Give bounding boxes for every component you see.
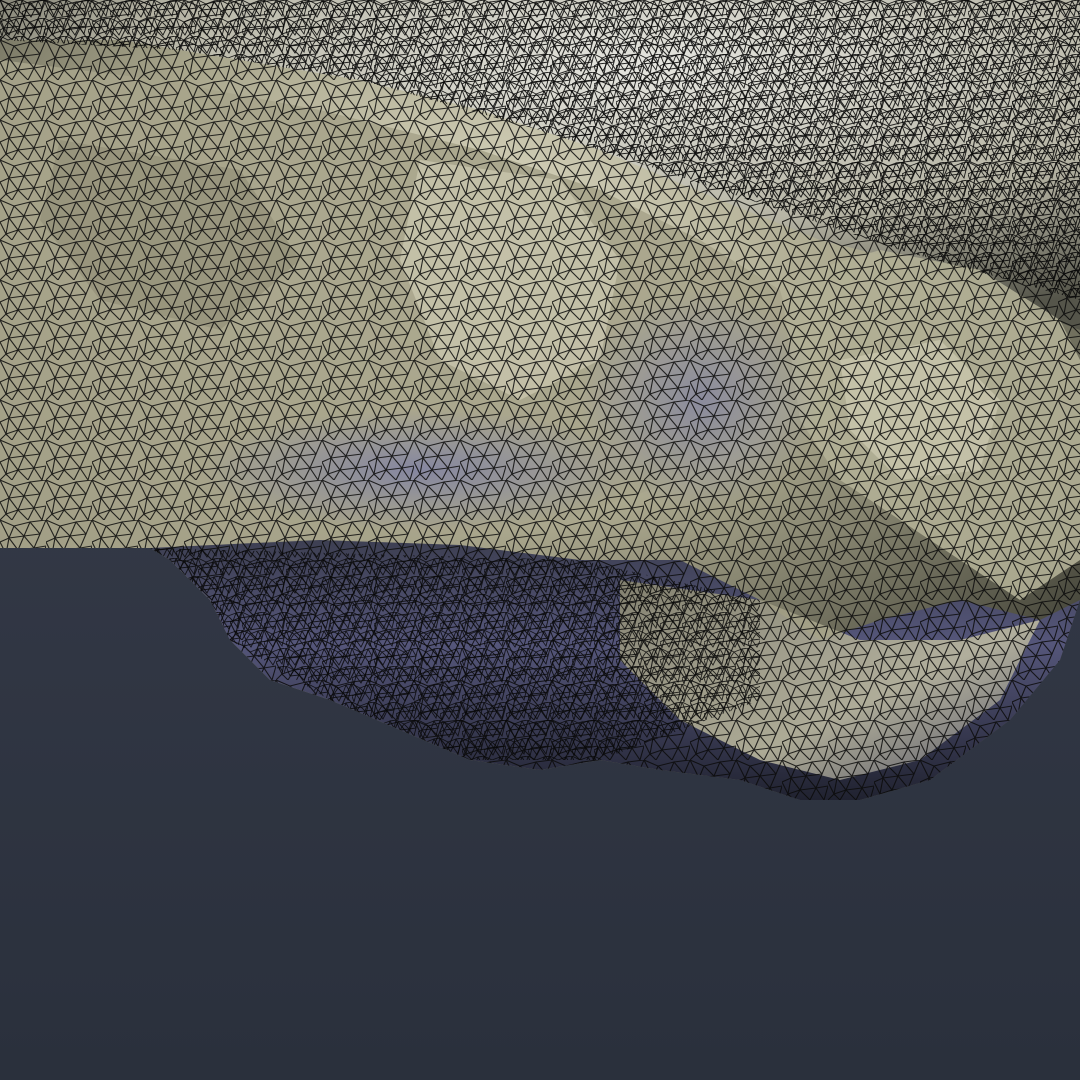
rock-mesh [0,0,1080,800]
render-viewport [0,0,1080,1080]
